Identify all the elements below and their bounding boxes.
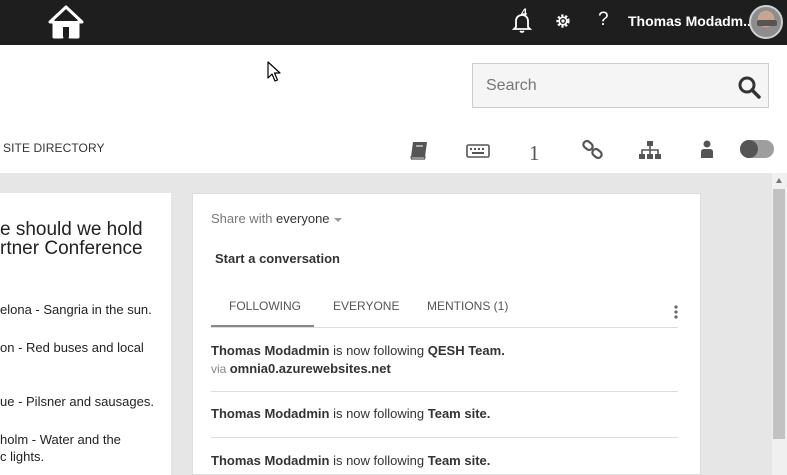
poll-option-continuation: c lights. <box>0 449 45 464</box>
poll-option[interactable]: ue - Pilsner and sausages. <box>0 393 154 410</box>
tab-following[interactable]: FOLLOWING <box>229 299 301 313</box>
poll-option[interactable]: holm - Water and the <box>0 431 121 448</box>
share-with-selector[interactable]: Share with everyone <box>211 211 342 226</box>
scroll-up-arrow-icon[interactable] <box>776 178 782 183</box>
feed-action: is now following <box>333 343 425 358</box>
search-icon[interactable] <box>737 75 761 99</box>
via-source-link[interactable]: omnia0.azurewebsites.net <box>230 361 391 376</box>
book-icon[interactable] <box>408 139 432 161</box>
notification-count: 4 <box>521 7 528 19</box>
user-icon[interactable] <box>698 139 716 161</box>
help-icon[interactable]: ? <box>598 9 609 31</box>
site-directory-link[interactable]: SITE DIRECTORY <box>3 141 105 155</box>
feed-action: is now following <box>333 406 425 421</box>
feed-via: via omnia0.azurewebsites.net <box>211 361 391 376</box>
link-icon[interactable] <box>581 139 605 161</box>
feed-target-link[interactable]: Team site. <box>428 453 491 468</box>
keyboard-icon[interactable] <box>466 139 490 161</box>
more-vertical-icon[interactable] <box>674 305 678 319</box>
feed-target-link[interactable]: QESH Team. <box>428 343 505 358</box>
toggle-switch[interactable] <box>740 140 774 158</box>
poll-option[interactable]: on - Red buses and local <box>0 339 144 356</box>
poll-option[interactable]: elona - Sangria in the sun. <box>0 301 152 318</box>
feed-action: is now following <box>333 453 425 468</box>
via-label: via <box>211 362 227 376</box>
gear-icon[interactable] <box>553 11 573 31</box>
search-box <box>472 63 769 108</box>
tab-everyone[interactable]: EVERYONE <box>333 299 399 313</box>
feed-item: Thomas Modadmin is now following QESH Te… <box>211 343 505 358</box>
search-input[interactable] <box>473 64 728 107</box>
feed-target-link[interactable]: Team site. <box>428 406 491 421</box>
tabs-divider <box>211 327 678 328</box>
mouse-cursor-icon <box>267 61 281 82</box>
user-name[interactable]: Thomas Modadm... <box>628 13 755 29</box>
scrollbar-thumb[interactable] <box>773 189 785 439</box>
feed-user-link[interactable]: Thomas Modadmin <box>211 343 329 358</box>
avatar[interactable] <box>749 5 783 39</box>
feed-item: Thomas Modadmin is now following Team si… <box>211 406 490 421</box>
sitemap-icon[interactable] <box>638 139 662 161</box>
feed-user-link[interactable]: Thomas Modadmin <box>211 453 329 468</box>
share-with-label: Share with <box>211 211 273 226</box>
feed-divider <box>211 391 678 392</box>
feed-user-link[interactable]: Thomas Modadmin <box>211 406 329 421</box>
tab-mentions[interactable]: MENTIONS (1) <box>427 299 508 313</box>
caret-down-icon <box>333 217 342 222</box>
feed-divider <box>211 437 678 438</box>
share-target: everyone <box>276 211 330 226</box>
feed-item: Thomas Modadmin is now following Team si… <box>211 453 490 468</box>
top-bar: 4 ? Thomas Modadm... <box>0 0 787 45</box>
start-conversation-input[interactable]: Start a conversation <box>215 251 340 266</box>
home-icon[interactable] <box>48 5 84 39</box>
feed-card <box>192 193 701 475</box>
poll-title: e should we hold rtner Conference <box>0 219 143 259</box>
active-tab-indicator <box>211 325 314 327</box>
number-one-icon[interactable]: 1 <box>529 141 540 166</box>
